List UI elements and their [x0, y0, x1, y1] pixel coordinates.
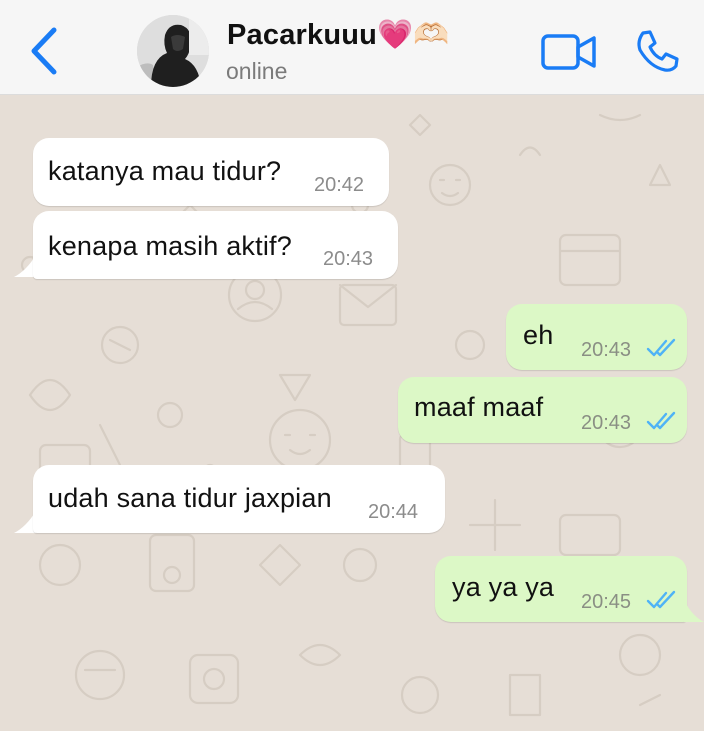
message-text: katanya mau tidur?	[48, 156, 282, 186]
message-text: maaf maaf	[414, 392, 544, 422]
contact-status: online	[226, 58, 288, 84]
read-ticks-icon	[646, 590, 676, 609]
message-bubble-outgoing[interactable]: eh 20:43	[506, 304, 687, 370]
message-time: 20:45	[581, 591, 632, 613]
chat-header: Pacarkuuu💗🫶🏻 online	[0, 0, 704, 95]
message-text: kenapa masih aktif?	[48, 231, 292, 261]
phone-icon	[637, 30, 679, 72]
message-time: 20:42	[314, 174, 365, 196]
message-bubble-incoming[interactable]: kenapa masih aktif? 20:43	[33, 211, 398, 279]
video-camera-icon	[541, 34, 596, 70]
bubble-tail-outgoing	[684, 600, 704, 622]
message-text: eh	[523, 320, 554, 350]
read-ticks-icon	[646, 411, 676, 430]
message-bubble-outgoing[interactable]: maaf maaf 20:43	[398, 377, 687, 443]
message-bubble-incoming[interactable]: udah sana tidur jaxpian 20:44	[33, 465, 445, 533]
message-text: udah sana tidur jaxpian	[48, 483, 332, 513]
avatar[interactable]	[137, 15, 209, 87]
message-time: 20:43	[581, 339, 632, 361]
voice-call-button[interactable]	[634, 28, 680, 74]
message-time: 20:43	[323, 248, 374, 270]
message-time: 20:43	[581, 412, 632, 434]
read-ticks-icon	[646, 338, 676, 357]
chevron-left-icon	[31, 27, 57, 75]
chat-area[interactable]: katanya mau tidur? 20:42 kenapa masih ak…	[0, 95, 704, 731]
message-bubble-outgoing[interactable]: ya ya ya 20:45	[435, 556, 687, 622]
message-bubble-incoming[interactable]: katanya mau tidur? 20:42	[33, 138, 389, 206]
video-call-button[interactable]	[540, 32, 598, 72]
message-text: ya ya ya	[452, 572, 555, 602]
back-button[interactable]	[26, 26, 66, 76]
message-time: 20:44	[368, 501, 419, 523]
contact-name[interactable]: Pacarkuuu💗🫶🏻	[227, 18, 450, 52]
profile-photo	[137, 15, 209, 87]
